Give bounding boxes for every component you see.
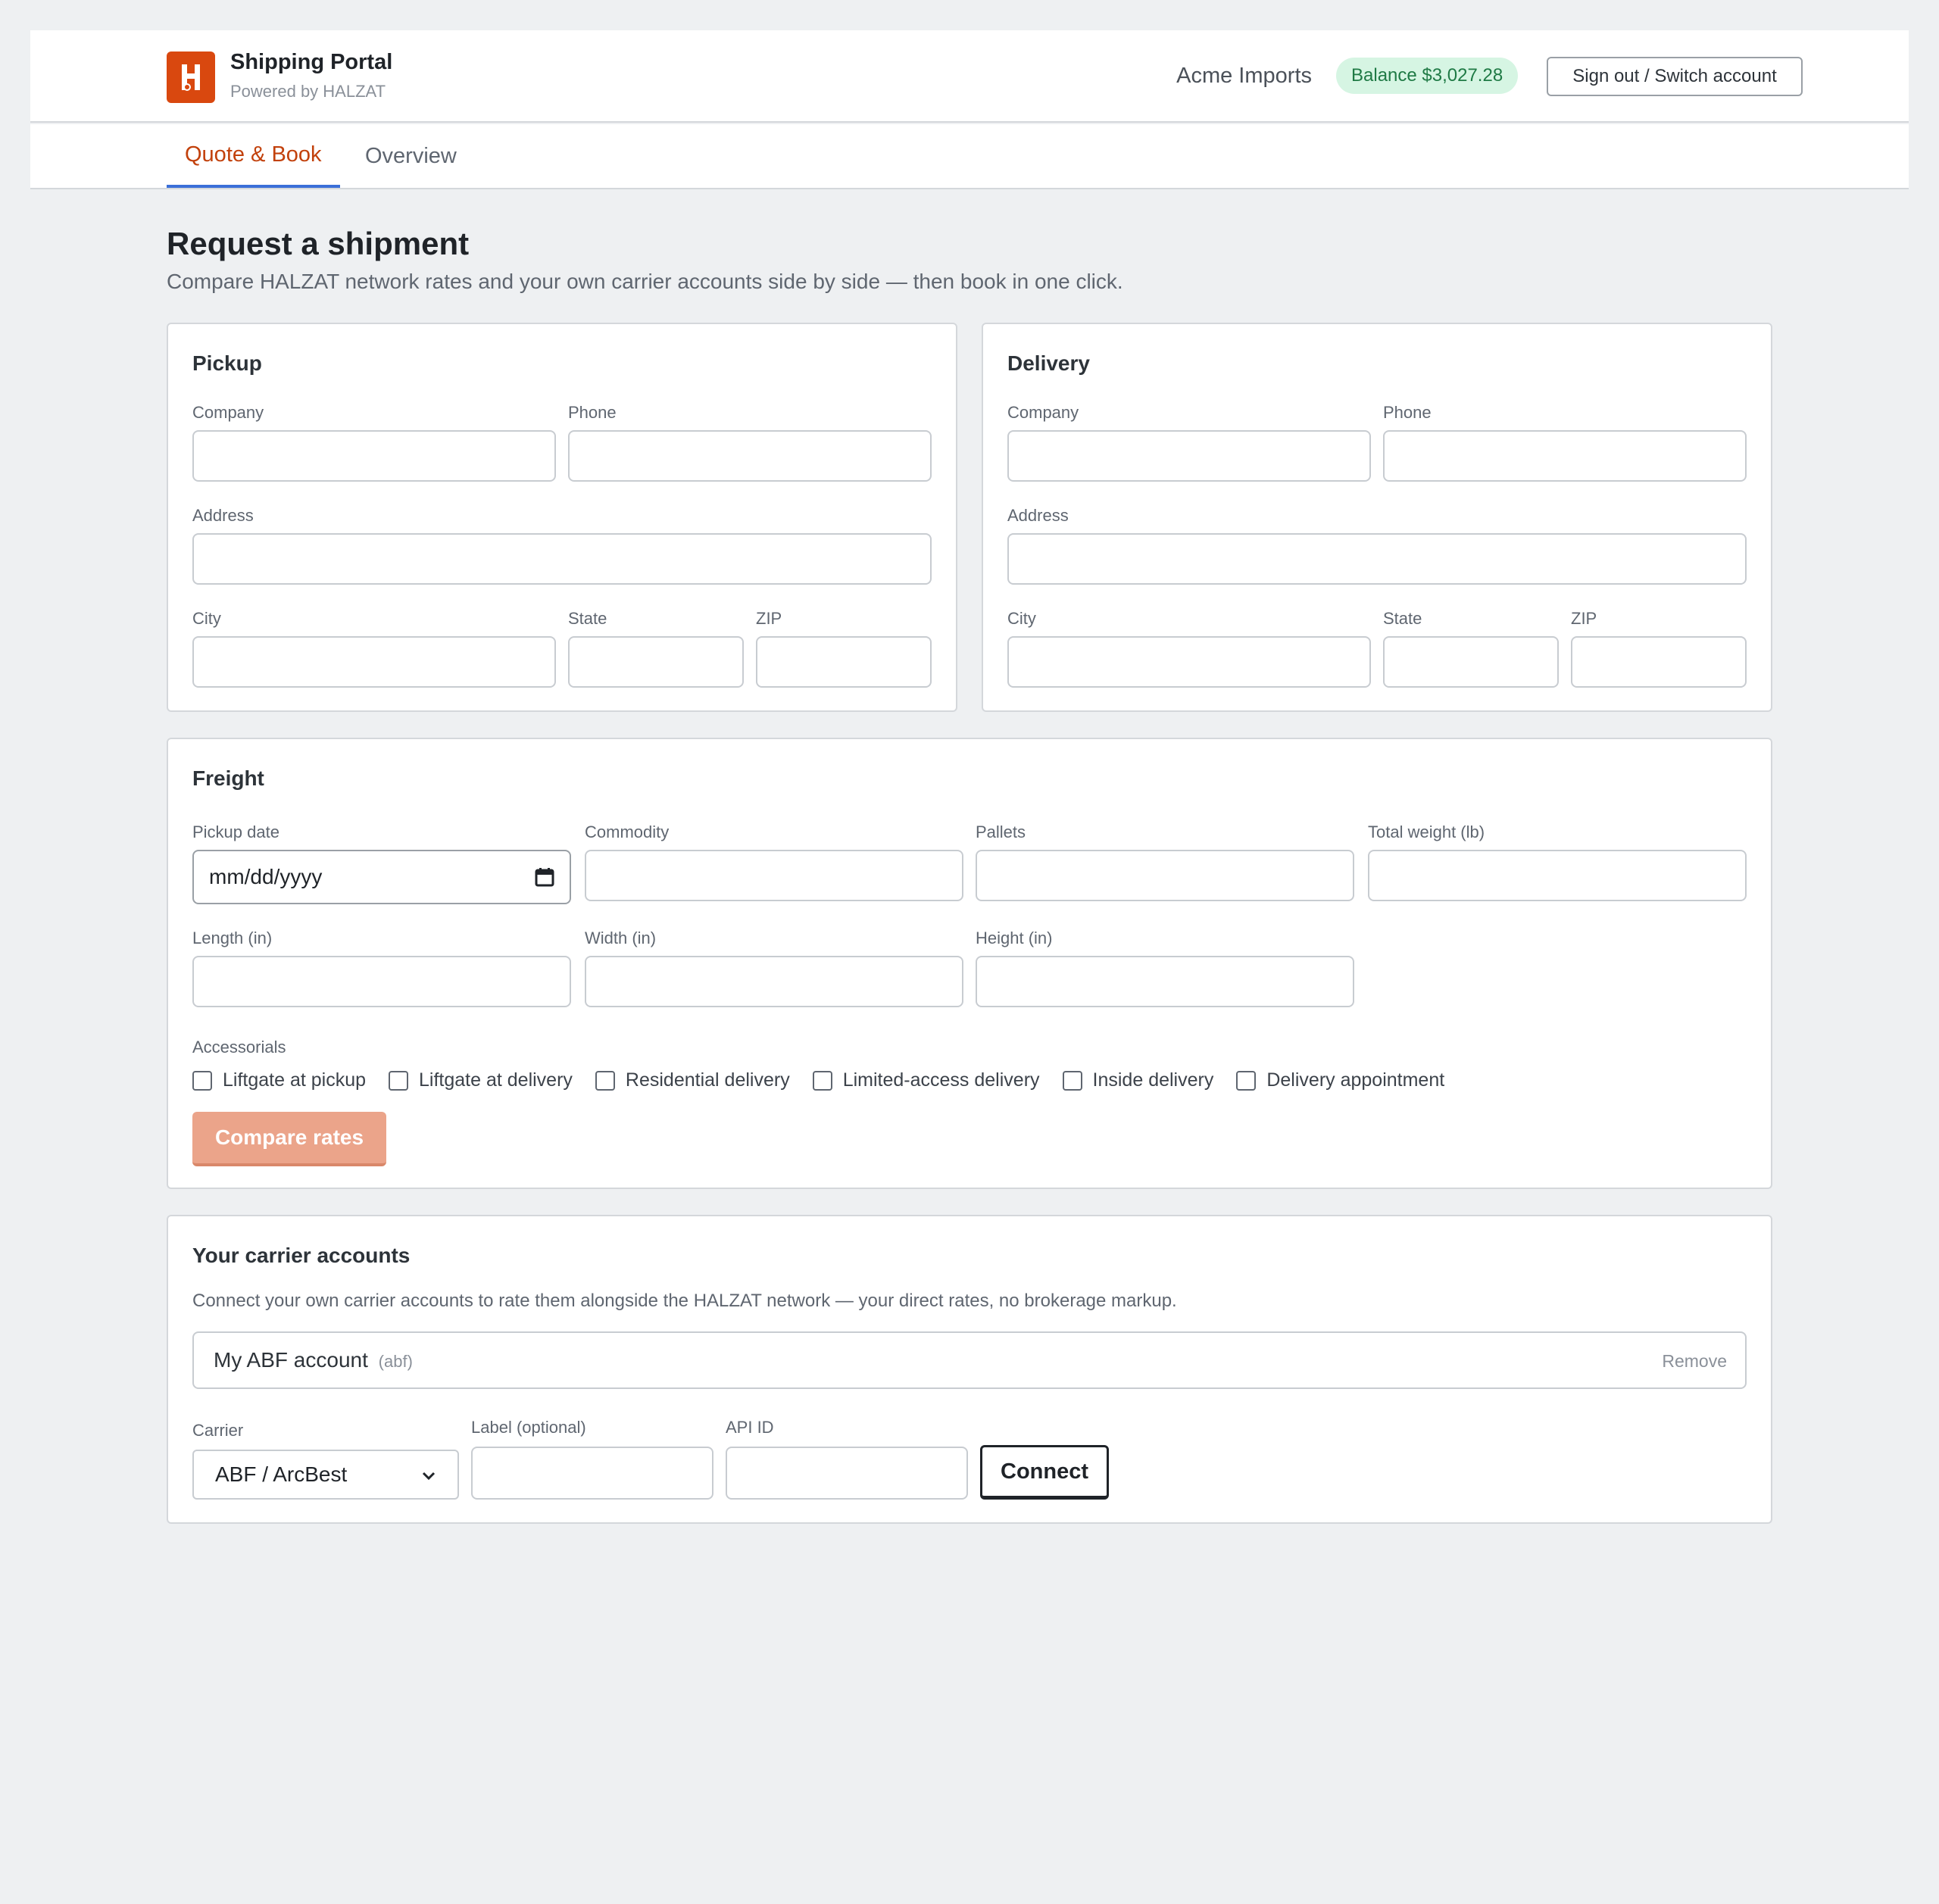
pickup-city-label: City	[192, 609, 221, 628]
pallets-input[interactable]	[976, 850, 1354, 901]
delivery-state-label: State	[1383, 609, 1422, 628]
carrier-selected-value: ABF / ArcBest	[215, 1462, 348, 1486]
total-weight-label: Total weight (lb)	[1368, 822, 1485, 841]
commodity-input[interactable]	[585, 850, 963, 901]
accessorials-label: Accessorials	[192, 1038, 286, 1057]
checkbox[interactable]	[389, 1070, 409, 1091]
carrier-select[interactable]: ABF / ArcBest	[192, 1450, 459, 1500]
checkbox[interactable]	[192, 1070, 212, 1091]
delivery-title: Delivery	[1007, 351, 1090, 375]
tab-quote-book[interactable]: Quote & Book	[167, 124, 340, 188]
top-header: Shipping Portal Powered by HALZAT Acme I…	[30, 30, 1909, 123]
carrier-accounts-description: Connect your own carrier accounts to rat…	[192, 1291, 1177, 1311]
label-optional-label: Label (optional)	[471, 1418, 586, 1437]
page-subtitle: Compare HALZAT network rates and your ow…	[167, 270, 1123, 293]
checkbox[interactable]	[1062, 1070, 1082, 1091]
accessorial-label: Liftgate at delivery	[419, 1069, 573, 1091]
pickup-phone-label: Phone	[568, 403, 617, 422]
pallets-label: Pallets	[976, 822, 1026, 841]
delivery-address-label: Address	[1007, 506, 1069, 525]
accessorial-delivery-appointment[interactable]: Delivery appointment	[1236, 1069, 1444, 1091]
carrier-accounts-title: Your carrier accounts	[192, 1244, 411, 1267]
pickup-company-input[interactable]	[192, 430, 556, 482]
tab-overview[interactable]: Overview	[347, 124, 475, 188]
delivery-phone-input[interactable]	[1383, 430, 1747, 482]
pickup-zip-label: ZIP	[756, 609, 782, 628]
accessorial-liftgate-delivery[interactable]: Liftgate at delivery	[389, 1069, 573, 1091]
pickup-zip-input[interactable]	[756, 636, 932, 688]
pickup-address-input[interactable]	[192, 533, 932, 585]
length-label: Length (in)	[192, 929, 273, 947]
app-title: Shipping Portal	[230, 50, 393, 74]
height-label: Height (in)	[976, 929, 1053, 947]
delivery-address-input[interactable]	[1007, 533, 1747, 585]
pickup-city-input[interactable]	[192, 636, 556, 688]
accessorial-inside-delivery[interactable]: Inside delivery	[1062, 1069, 1214, 1091]
connected-account-row: My ABF account (abf) Remove	[192, 1331, 1747, 1389]
accessorial-residential-delivery[interactable]: Residential delivery	[595, 1069, 790, 1091]
compare-rates-button[interactable]: Compare rates	[192, 1112, 386, 1166]
width-input[interactable]	[585, 956, 963, 1007]
api-id-input[interactable]	[726, 1447, 968, 1500]
remove-account-link[interactable]: Remove	[1662, 1351, 1727, 1372]
api-id-label: API ID	[726, 1418, 774, 1437]
accessorial-label: Liftgate at pickup	[223, 1069, 367, 1091]
connect-button[interactable]: Connect	[980, 1445, 1109, 1500]
height-input[interactable]	[976, 956, 1354, 1007]
delivery-city-input[interactable]	[1007, 636, 1371, 688]
account-code: (abf)	[378, 1352, 413, 1371]
freight-title: Freight	[192, 766, 264, 790]
label-optional-input[interactable]	[471, 1447, 713, 1500]
account-name: Acme Imports	[1176, 64, 1312, 88]
tab-bar: Quote & Book Overview	[30, 124, 1909, 189]
page-title: Request a shipment	[167, 226, 470, 261]
account-name: My ABF account	[214, 1348, 368, 1372]
signout-button[interactable]: Sign out / Switch account	[1547, 57, 1803, 96]
pickup-title: Pickup	[192, 351, 262, 375]
pickup-date-label: Pickup date	[192, 822, 279, 841]
carrier-label: Carrier	[192, 1421, 244, 1440]
calendar-icon[interactable]	[535, 867, 554, 887]
chevron-down-icon	[421, 1462, 436, 1487]
checkbox[interactable]	[1236, 1070, 1257, 1091]
delivery-phone-label: Phone	[1383, 403, 1432, 422]
width-label: Width (in)	[585, 929, 657, 947]
accessorial-label: Delivery appointment	[1266, 1069, 1445, 1091]
pickup-state-label: State	[568, 609, 607, 628]
brand-logo-icon	[167, 52, 215, 103]
pickup-company-label: Company	[192, 403, 264, 422]
accessorial-limited-access[interactable]: Limited-access delivery	[812, 1069, 1040, 1091]
pickup-date-input[interactable]: mm/dd/yyyy	[192, 850, 571, 904]
delivery-company-label: Company	[1007, 403, 1079, 422]
delivery-company-input[interactable]	[1007, 430, 1371, 482]
delivery-zip-input[interactable]	[1571, 636, 1747, 688]
delivery-city-label: City	[1007, 609, 1036, 628]
pickup-state-input[interactable]	[568, 636, 744, 688]
powered-by-text: Powered by HALZAT	[230, 82, 386, 101]
checkbox[interactable]	[595, 1070, 615, 1091]
accessorial-label: Inside delivery	[1092, 1069, 1214, 1091]
delivery-state-input[interactable]	[1383, 636, 1559, 688]
pickup-date-placeholder: mm/dd/yyyy	[209, 865, 323, 888]
total-weight-input[interactable]	[1368, 850, 1747, 901]
commodity-label: Commodity	[585, 822, 670, 841]
accessorial-liftgate-pickup[interactable]: Liftgate at pickup	[192, 1069, 366, 1091]
pickup-phone-input[interactable]	[568, 430, 932, 482]
accessorial-label: Residential delivery	[625, 1069, 790, 1091]
account-entry: My ABF account (abf)	[214, 1348, 413, 1372]
accessorial-label: Limited-access delivery	[842, 1069, 1040, 1091]
length-input[interactable]	[192, 956, 571, 1007]
pickup-address-label: Address	[192, 506, 254, 525]
accessorials-list: Liftgate at pickup Liftgate at delivery …	[192, 1069, 1467, 1091]
balance-badge: Balance $3,027.28	[1336, 58, 1519, 94]
checkbox[interactable]	[812, 1070, 832, 1091]
delivery-zip-label: ZIP	[1571, 609, 1597, 628]
